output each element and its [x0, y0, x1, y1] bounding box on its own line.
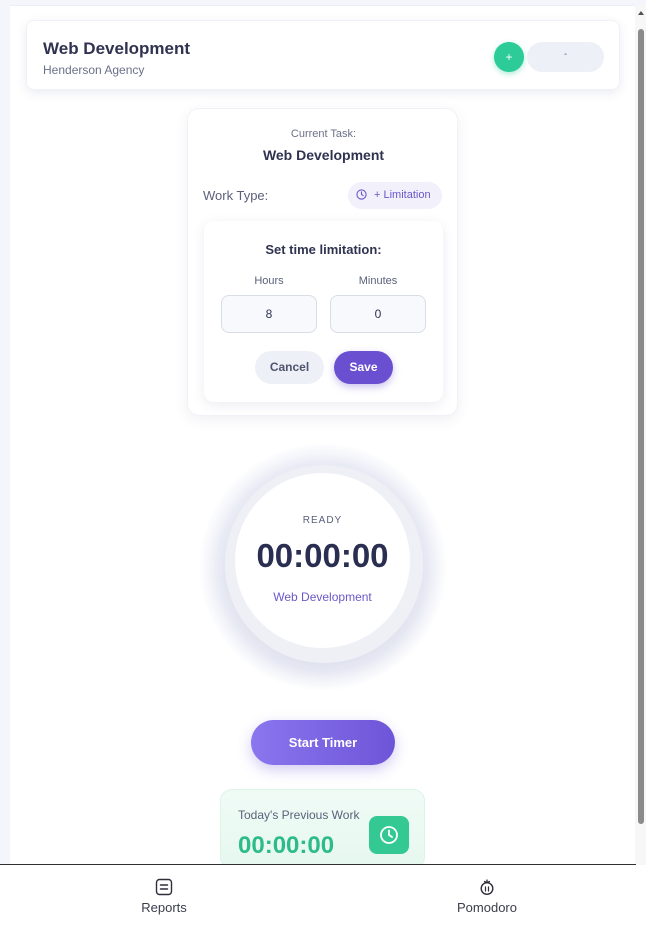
task-card: Current Task: Web Development Work Type:…: [187, 108, 458, 416]
minutes-label: Minutes: [358, 275, 398, 287]
time-limitation-panel: Set time limitation: Hours Minutes Cance…: [204, 221, 443, 402]
vertical-scrollbar[interactable]: [636, 5, 646, 865]
project-title: Web Development: [43, 39, 191, 58]
clock-icon: [356, 189, 367, 200]
timer-display: READY 00:00:00 Web Development: [235, 473, 410, 648]
previous-work-clock-icon[interactable]: [369, 816, 409, 854]
work-type-label: Work Type:: [203, 188, 269, 203]
previous-work-label: Today's Previous Work: [238, 808, 360, 822]
timer-task-name: Web Development: [273, 590, 372, 604]
nav-item-reports[interactable]: Reports: [64, 865, 264, 928]
timer-status: READY: [302, 515, 343, 526]
cancel-button[interactable]: Cancel: [255, 351, 324, 384]
reports-icon: [155, 878, 173, 896]
previous-work-time: 00:00:00: [238, 832, 335, 859]
hours-label: Hours: [254, 275, 284, 287]
add-limitation-label: + Limitation: [374, 189, 431, 201]
add-button[interactable]: +: [494, 42, 524, 72]
pomodoro-icon: [480, 879, 494, 896]
header-card: Web Development Henderson Agency + -: [26, 20, 620, 90]
start-timer-button[interactable]: Start Timer: [251, 720, 395, 765]
scrollbar-thumb[interactable]: [638, 29, 644, 824]
current-task-name: Web Development: [262, 147, 385, 163]
bottom-navigation: Reports Pomodoro: [0, 864, 646, 928]
client-name: Henderson Agency: [43, 63, 145, 77]
timer-time: 00:00:00: [256, 537, 389, 574]
time-limitation-title: Set time limitation:: [265, 242, 382, 257]
minutes-input[interactable]: [330, 295, 426, 333]
nav-label-pomodoro: Pomodoro: [457, 900, 517, 915]
options-pill-button[interactable]: -: [527, 42, 604, 72]
nav-label-reports: Reports: [141, 900, 187, 915]
scroll-up-arrow-icon[interactable]: [637, 9, 645, 17]
clock-icon: [380, 826, 398, 844]
nav-item-pomodoro[interactable]: Pomodoro: [387, 865, 587, 928]
current-task-label: Current Task:: [290, 128, 357, 140]
save-button[interactable]: Save: [334, 351, 393, 384]
add-limitation-button[interactable]: + Limitation: [348, 182, 442, 209]
previous-work-card: Today's Previous Work 00:00:00: [220, 789, 425, 869]
hours-input[interactable]: [221, 295, 317, 333]
